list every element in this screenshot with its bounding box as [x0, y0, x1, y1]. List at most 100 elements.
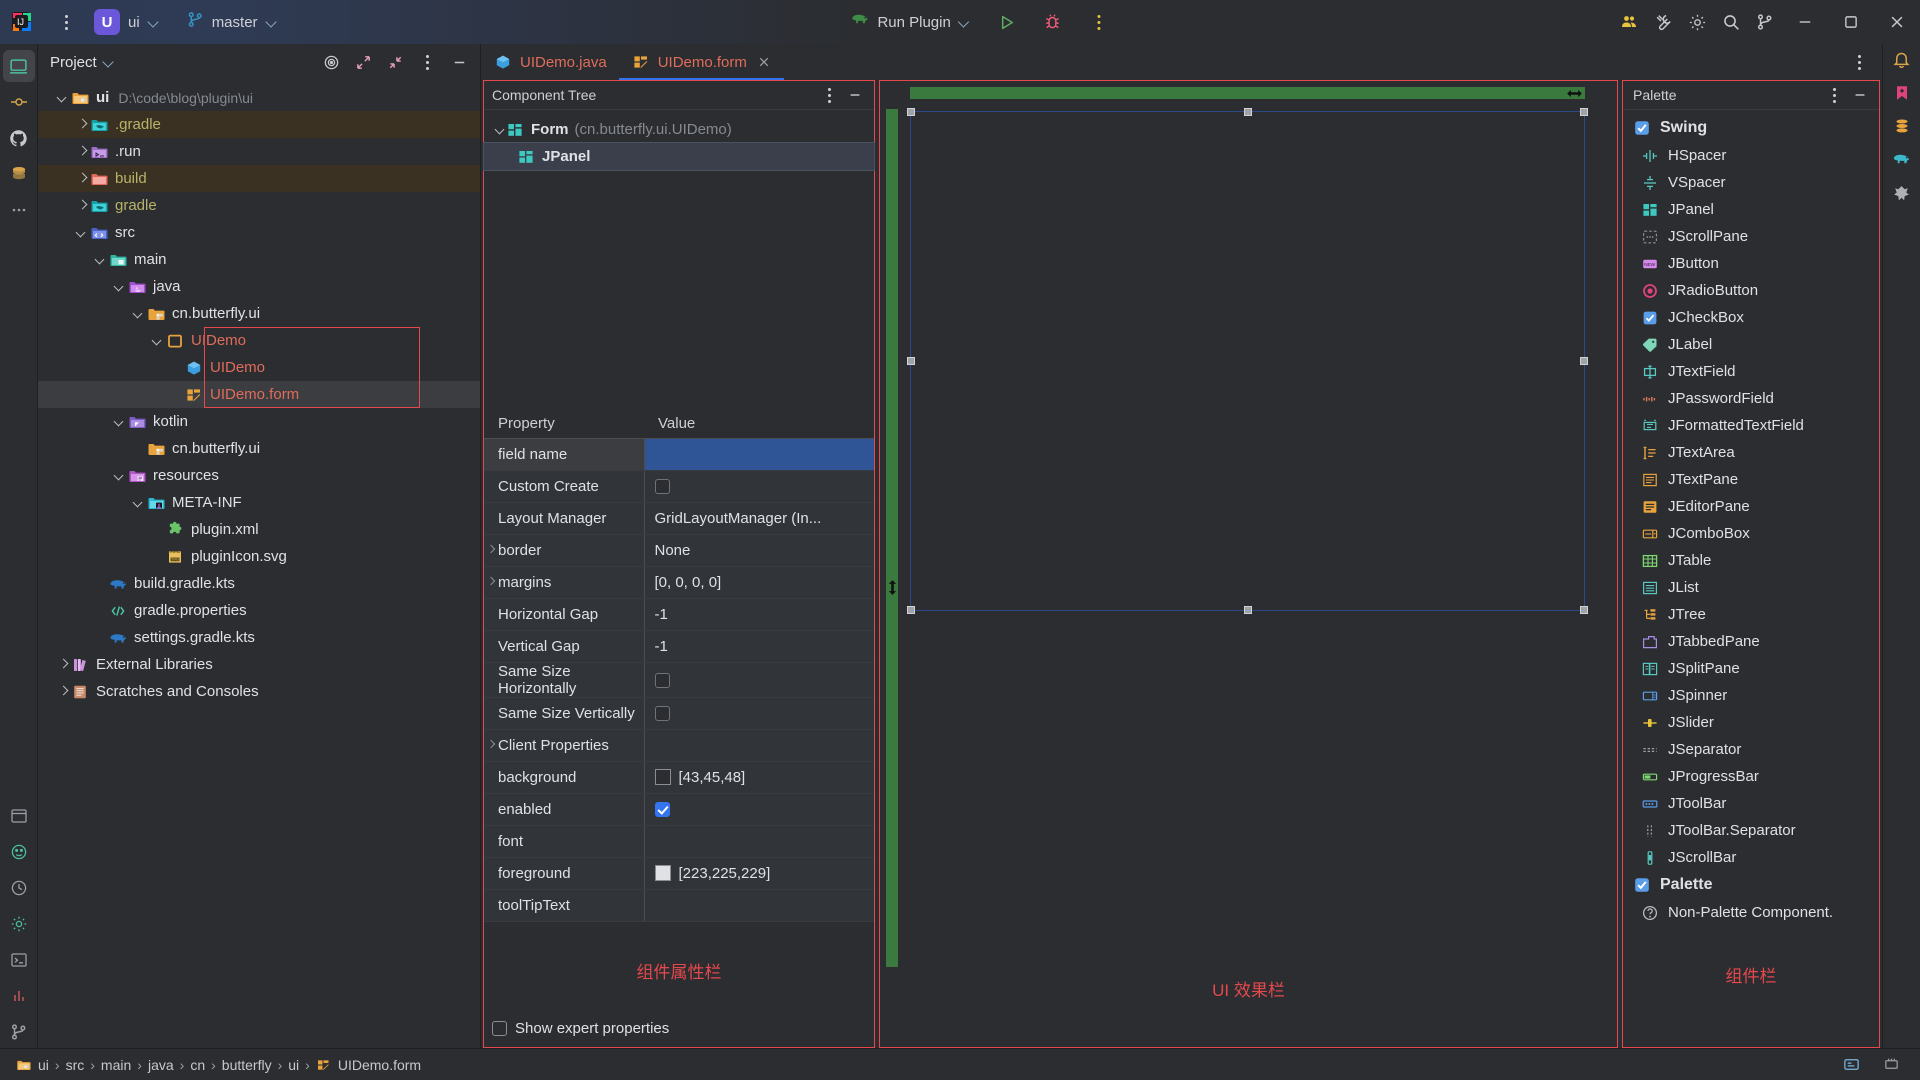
tree-item-pluginicon-svg[interactable]: SVGpluginIcon.svg: [38, 543, 480, 570]
chevron-down-icon[interactable]: [92, 252, 108, 268]
resize-handle-top-left[interactable]: [907, 108, 915, 116]
sidebar-item-pull-requests[interactable]: [3, 122, 35, 154]
tab-uidemo-form[interactable]: UIDemo.form: [619, 44, 784, 80]
chevron-down-icon[interactable]: [130, 306, 146, 322]
property-name-cell[interactable]: Client Properties: [484, 729, 644, 761]
property-value-cell[interactable]: [644, 662, 874, 697]
palette-item-jscrollpane[interactable]: JScrollPane: [1623, 223, 1879, 250]
sidebar-item-version-control[interactable]: [3, 1016, 35, 1048]
tree-item-build-gradle-kts[interactable]: build.gradle.kts: [38, 570, 480, 597]
property-name-cell[interactable]: border: [484, 534, 644, 566]
chevron-down-icon[interactable]: [496, 125, 505, 134]
property-value-cell[interactable]: [644, 729, 874, 761]
property-row[interactable]: borderNone: [484, 534, 874, 566]
palette-item-jsplitpane[interactable]: JSplitPane: [1623, 655, 1879, 682]
property-value-cell[interactable]: GridLayoutManager (In...: [644, 502, 874, 534]
palette-item-jseparator[interactable]: JSeparator: [1623, 736, 1879, 763]
tree-item-plugin-xml[interactable]: plugin.xml: [38, 516, 480, 543]
property-name-cell[interactable]: enabled: [484, 793, 644, 825]
tree-item-uidemo[interactable]: UIDemo: [38, 354, 480, 381]
breadcrumb-item-butterfly[interactable]: butterfly: [216, 1057, 278, 1073]
palette-item-jcheckbox[interactable]: JCheckBox: [1623, 304, 1879, 331]
resize-handle-top-center[interactable]: [1244, 108, 1252, 116]
window-minimize-icon[interactable]: [1782, 0, 1828, 44]
palette-item-jtabbedpane[interactable]: JTabbedPane: [1623, 628, 1879, 655]
palette-item-non-palette-component-[interactable]: Non-Palette Component.: [1623, 899, 1879, 926]
horizontal-resize-icon[interactable]: [1566, 86, 1582, 100]
property-name-cell[interactable]: font: [484, 825, 644, 857]
target-icon[interactable]: [318, 49, 344, 75]
resize-handle-bottom-center[interactable]: [1244, 606, 1252, 614]
property-value-cell[interactable]: -1: [644, 630, 874, 662]
tree-item--gradle[interactable]: .gradle: [38, 111, 480, 138]
color-swatch[interactable]: [655, 769, 671, 785]
property-checkbox[interactable]: [655, 479, 670, 494]
debug-bug-icon[interactable]: [1036, 7, 1070, 37]
palette-item-jlabel[interactable]: JLabel: [1623, 331, 1879, 358]
chevron-right-icon[interactable]: [73, 171, 89, 187]
horizontal-guide-bar[interactable]: [910, 87, 1585, 99]
palette-item-jscrollbar[interactable]: JScrollBar: [1623, 844, 1879, 871]
chevron-right-icon[interactable]: [54, 684, 70, 700]
palette-item-jlist[interactable]: JList: [1623, 574, 1879, 601]
memory-indicator-icon[interactable]: [1878, 1052, 1904, 1078]
checkbox-checked-icon[interactable]: [1633, 119, 1651, 137]
property-value-cell[interactable]: [644, 697, 874, 729]
breadcrumb-item-java[interactable]: java: [142, 1057, 180, 1073]
property-value-cell[interactable]: [43,45,48]: [644, 761, 874, 793]
property-value-cell[interactable]: [223,225,229]: [644, 857, 874, 889]
chevron-down-icon[interactable]: [54, 90, 70, 106]
tree-item-resources[interactable]: resources: [38, 462, 480, 489]
property-value-cell[interactable]: [0, 0, 0, 0]: [644, 566, 874, 598]
tree-item-ui[interactable]: uiD:\code\blog\plugin\ui: [38, 84, 480, 111]
property-row[interactable]: margins[0, 0, 0, 0]: [484, 566, 874, 598]
jpanel-selection-rect[interactable]: [910, 111, 1585, 611]
sidebar-item-services[interactable]: [3, 872, 35, 904]
breadcrumb[interactable]: ui›src›main›java›cn›butterfly›ui›UIDemo.…: [10, 1057, 427, 1073]
tree-item-kotlin[interactable]: kotlin: [38, 408, 480, 435]
chevron-down-icon[interactable]: [103, 57, 114, 68]
collapse-arrows-icon[interactable]: [382, 49, 408, 75]
palette-item-jtextfield[interactable]: JTextField: [1623, 358, 1879, 385]
chevron-down-icon[interactable]: [130, 495, 146, 511]
minimize-dash-icon[interactable]: [1847, 82, 1873, 108]
palette-item-jradiobutton[interactable]: JRadioButton: [1623, 277, 1879, 304]
window-close-icon[interactable]: [1874, 0, 1920, 44]
component-node-jpanel[interactable]: JPanel: [484, 143, 874, 170]
sidebar-item-project[interactable]: [3, 50, 35, 82]
sidebar-item-gradle[interactable]: [1892, 150, 1911, 174]
property-row[interactable]: Layout ManagerGridLayoutManager (In...: [484, 502, 874, 534]
sidebar-item-bookmarks[interactable]: [1893, 84, 1911, 107]
checkbox-icon[interactable]: [492, 1021, 507, 1036]
chevron-down-icon[interactable]: [111, 414, 127, 430]
tree-item--run[interactable]: .run: [38, 138, 480, 165]
more-vertical-icon[interactable]: [414, 49, 440, 75]
property-name-cell[interactable]: Layout Manager: [484, 502, 644, 534]
sidebar-item-profiler[interactable]: [3, 980, 35, 1012]
property-name-cell[interactable]: Same Size Vertically: [484, 697, 644, 729]
git-branch-widget-icon[interactable]: [1748, 7, 1782, 37]
property-name-cell[interactable]: Vertical Gap: [484, 630, 644, 662]
event-log-icon[interactable]: [1838, 1052, 1864, 1078]
component-node-form[interactable]: Form(cn.butterfly.ui.UIDemo): [484, 116, 874, 143]
palette-item-jpasswordfield[interactable]: JPasswordField: [1623, 385, 1879, 412]
tree-item-cn-butterfly-ui[interactable]: cn.butterfly.ui: [38, 300, 480, 327]
palette-item-jtoolbar-separator[interactable]: JToolBar.Separator: [1623, 817, 1879, 844]
palette-group-palette[interactable]: Palette: [1623, 871, 1879, 899]
palette-item-jtoolbar[interactable]: JToolBar: [1623, 790, 1879, 817]
palette-item-jformattedtextfield[interactable]: JFormattedTextField: [1623, 412, 1879, 439]
branch-widget[interactable]: master: [179, 6, 285, 38]
close-icon[interactable]: [756, 54, 772, 70]
palette-item-jtextarea[interactable]: JTextArea: [1623, 439, 1879, 466]
breadcrumb-item-main[interactable]: main: [95, 1057, 137, 1073]
palette-item-jpanel[interactable]: JPanel: [1623, 196, 1879, 223]
breadcrumb-item-ui[interactable]: ui: [10, 1057, 55, 1073]
property-name-cell[interactable]: Horizontal Gap: [484, 598, 644, 630]
property-row[interactable]: Custom Create: [484, 470, 874, 502]
sidebar-item-database[interactable]: [1893, 117, 1911, 140]
checkbox-checked-icon[interactable]: [1633, 876, 1651, 894]
property-row[interactable]: Horizontal Gap-1: [484, 598, 874, 630]
chevron-right-icon[interactable]: [54, 657, 70, 673]
property-row[interactable]: background[43,45,48]: [484, 761, 874, 793]
tree-item-external-libraries[interactable]: External Libraries: [38, 651, 480, 678]
